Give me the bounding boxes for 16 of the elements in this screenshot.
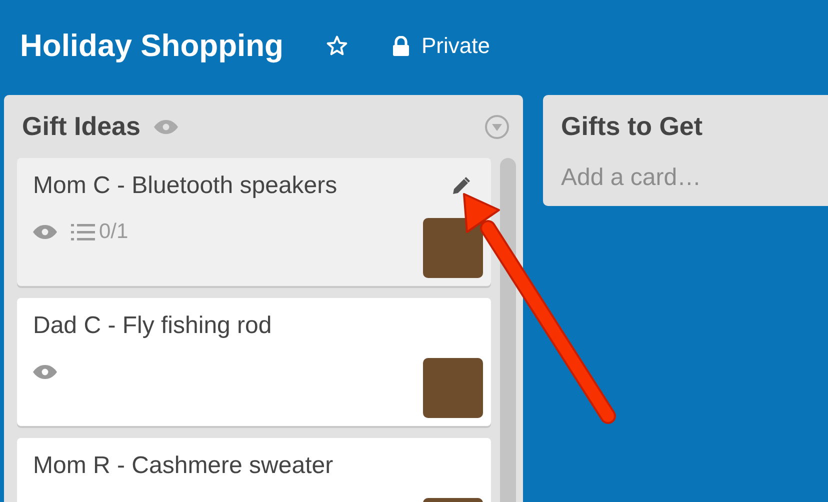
visibility-button[interactable]: Private xyxy=(422,33,490,59)
list-title: Gifts to Get xyxy=(561,111,703,142)
card[interactable]: Mom C - Bluetooth speakers 0/1 xyxy=(17,158,491,286)
checklist-count: 0/1 xyxy=(99,220,128,244)
checklist-icon xyxy=(71,222,95,242)
list-title: Gift Ideas xyxy=(22,111,140,142)
scrollbar[interactable] xyxy=(500,158,516,502)
card[interactable]: Dad C - Fly fishing rod xyxy=(17,298,491,426)
pencil-icon[interactable] xyxy=(451,176,471,196)
card-title: Mom R - Cashmere sweater xyxy=(33,451,334,481)
star-icon[interactable] xyxy=(326,35,348,57)
lock-icon xyxy=(392,36,410,56)
card[interactable]: Mom R - Cashmere sweater xyxy=(17,438,491,502)
board-title: Holiday Shopping xyxy=(20,28,284,64)
card-title: Dad C - Fly fishing rod xyxy=(33,311,272,341)
card-title: Mom C - Bluetooth speakers xyxy=(33,171,338,201)
